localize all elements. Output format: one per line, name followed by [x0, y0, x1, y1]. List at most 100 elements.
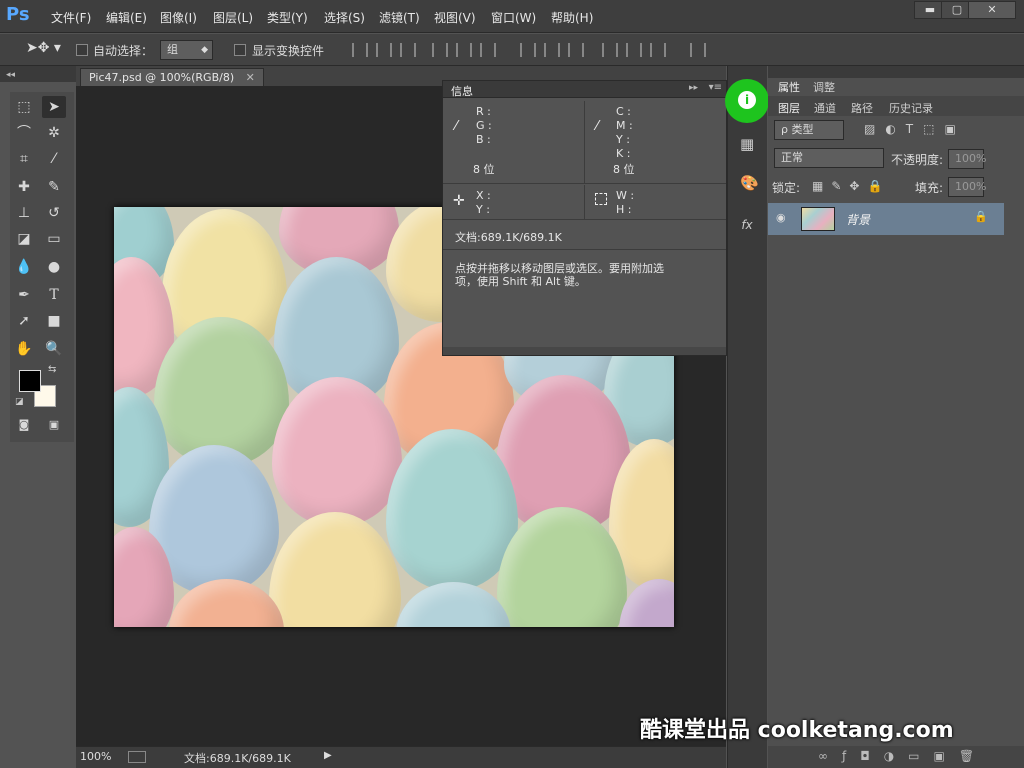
- tab-history[interactable]: 历史记录: [889, 100, 933, 116]
- layers-panel: 属性 调整 图层 通道 路径 历史记录 ρ 类型 ▨◐T⬚▣ 正常 不透明度: …: [768, 66, 1024, 768]
- tab-properties[interactable]: 属性: [778, 79, 800, 95]
- tab-layers[interactable]: 图层: [778, 100, 800, 116]
- align-left-icon[interactable]: [432, 43, 448, 57]
- brush-icon[interactable]: ✎: [42, 176, 66, 198]
- stamp-icon[interactable]: ⊥: [12, 202, 36, 224]
- layer-filter-dropdown[interactable]: ρ 类型: [774, 120, 844, 140]
- eyedropper-icon: ⁄: [596, 119, 599, 134]
- layer-row-background[interactable]: ◉ 背景 🔒: [768, 203, 1004, 235]
- status-preview-icon[interactable]: [128, 751, 146, 763]
- fill-field[interactable]: 100%: [948, 177, 986, 197]
- distribute-top-icon[interactable]: [520, 43, 536, 57]
- distribute-right-icon[interactable]: [650, 43, 666, 57]
- magic-wand-icon[interactable]: ✲: [42, 122, 66, 144]
- distribute-bottom-icon[interactable]: [568, 43, 584, 57]
- distribute-left-icon[interactable]: [602, 43, 618, 57]
- crop-icon[interactable]: ⌗: [12, 148, 36, 170]
- auto-select-value: 组: [167, 43, 178, 56]
- info-x: X :: [476, 189, 491, 202]
- info-y: Y :: [616, 133, 630, 146]
- status-menu-arrow-icon[interactable]: ▶: [324, 750, 332, 761]
- info-icon[interactable]: i: [725, 79, 769, 123]
- color-palette-icon[interactable]: 🎨: [740, 176, 759, 191]
- align-vcenter-icon[interactable]: [376, 43, 392, 57]
- close-button[interactable]: ✕: [968, 1, 1016, 19]
- menu-bar: Ps 文件(F) 编辑(E) 图像(I) 图层(L) 类型(Y) 选择(S) 滤…: [0, 0, 1024, 33]
- blur-icon[interactable]: 💧: [12, 256, 36, 278]
- lasso-icon[interactable]: ⌒: [12, 122, 36, 144]
- swatches-icon[interactable]: ▦: [740, 137, 754, 152]
- panel-menu-icon[interactable]: ▾≡: [709, 82, 722, 93]
- selection-size-icon: [595, 193, 607, 205]
- eye-icon[interactable]: ◉: [776, 211, 786, 224]
- zoom-icon[interactable]: 🔍: [42, 338, 66, 360]
- status-doc-size: 文档:689.1K/689.1K: [184, 752, 291, 765]
- info-m: M :: [616, 119, 633, 132]
- move-tool-preset-icon[interactable]: ➤✥ ▾: [26, 40, 61, 56]
- align-top-icon[interactable]: [352, 43, 368, 57]
- tab-paths[interactable]: 路径: [851, 100, 873, 116]
- panel-collapse-bar[interactable]: [768, 66, 1024, 78]
- toolbox-collapse-bar[interactable]: ◂◂: [0, 66, 76, 82]
- watermark: 酷课堂出品 coolketang.com: [640, 718, 954, 743]
- foreground-color-swatch[interactable]: [19, 370, 41, 392]
- marquee-icon[interactable]: ⬚: [12, 96, 36, 118]
- menu-file[interactable]: 文件(F): [51, 9, 91, 26]
- panel-dock: ▦ 🎨 fx: [727, 66, 767, 768]
- photoshop-logo: Ps: [6, 4, 30, 25]
- show-transform-checkbox[interactable]: [234, 44, 246, 56]
- info-divider: [584, 185, 585, 219]
- align-hcenter-icon[interactable]: [456, 43, 472, 57]
- menu-layer[interactable]: 图层(L): [213, 9, 253, 26]
- swap-colors-icon[interactable]: ⇆: [48, 364, 56, 375]
- eraser-icon[interactable]: ◪: [12, 228, 36, 250]
- auto-align-icon[interactable]: [690, 43, 706, 57]
- collapse-panel-icon[interactable]: ▸▸: [689, 83, 698, 93]
- align-right-icon[interactable]: [480, 43, 496, 57]
- menu-edit[interactable]: 编辑(E): [106, 9, 147, 26]
- pen-icon[interactable]: ✒: [12, 284, 36, 306]
- styles-icon[interactable]: fx: [740, 218, 754, 232]
- menu-type[interactable]: 类型(Y): [267, 9, 308, 26]
- tab-adjustments[interactable]: 调整: [813, 79, 835, 95]
- align-bottom-icon[interactable]: [400, 43, 416, 57]
- filter-icons[interactable]: ▨◐T⬚▣: [864, 122, 966, 136]
- document-tab[interactable]: Pic47.psd @ 100%(RGB/8) ✕: [80, 68, 264, 86]
- gradient-icon[interactable]: ▭: [42, 228, 66, 250]
- menu-help[interactable]: 帮助(H): [551, 9, 593, 26]
- lock-icons[interactable]: ▦✎✥🔒: [812, 179, 890, 193]
- quick-mask-icon[interactable]: ◙: [12, 414, 36, 436]
- info-panel-title[interactable]: 信息: [451, 83, 473, 99]
- move-icon[interactable]: ➤: [42, 96, 66, 118]
- opacity-label: 不透明度:: [891, 153, 944, 167]
- dodge-icon[interactable]: ●: [42, 256, 66, 278]
- info-bits-right: 8 位: [613, 163, 635, 176]
- panel-resize-handle[interactable]: [443, 347, 726, 355]
- healing-icon[interactable]: ✚: [12, 176, 36, 198]
- opacity-field[interactable]: 100%: [948, 149, 986, 169]
- menu-filter[interactable]: 滤镜(T): [379, 9, 420, 26]
- document-tab-close-icon[interactable]: ✕: [246, 71, 255, 84]
- layers-panel-footer[interactable]: ∞ƒ◘◑▭▣🗑: [768, 746, 1024, 768]
- rectangle-icon[interactable]: ■: [42, 310, 66, 332]
- menu-view[interactable]: 视图(V): [434, 9, 476, 26]
- screen-mode-icon[interactable]: ▣: [42, 414, 66, 436]
- path-select-icon[interactable]: ➚: [12, 310, 36, 332]
- blend-mode-dropdown[interactable]: 正常: [774, 148, 884, 168]
- eyedropper-icon[interactable]: ⁄: [42, 148, 66, 170]
- tab-channels[interactable]: 通道: [814, 100, 836, 116]
- auto-select-checkbox[interactable]: [76, 44, 88, 56]
- type-icon[interactable]: T: [42, 284, 66, 306]
- distribute-hcenter-icon[interactable]: [626, 43, 642, 57]
- history-brush-icon[interactable]: ↺: [42, 202, 66, 224]
- hand-icon[interactable]: ✋: [12, 338, 36, 360]
- auto-select-dropdown[interactable]: 组 ◆: [160, 40, 213, 60]
- layer-name[interactable]: 背景: [846, 211, 870, 228]
- zoom-level[interactable]: 100%: [80, 750, 111, 763]
- distribute-vcenter-icon[interactable]: [544, 43, 560, 57]
- menu-select[interactable]: 选择(S): [324, 9, 365, 26]
- default-colors-icon[interactable]: ◪: [15, 397, 24, 407]
- blend-mode-value: 正常: [781, 151, 803, 164]
- menu-image[interactable]: 图像(I): [160, 9, 197, 26]
- menu-window[interactable]: 窗口(W): [491, 9, 536, 26]
